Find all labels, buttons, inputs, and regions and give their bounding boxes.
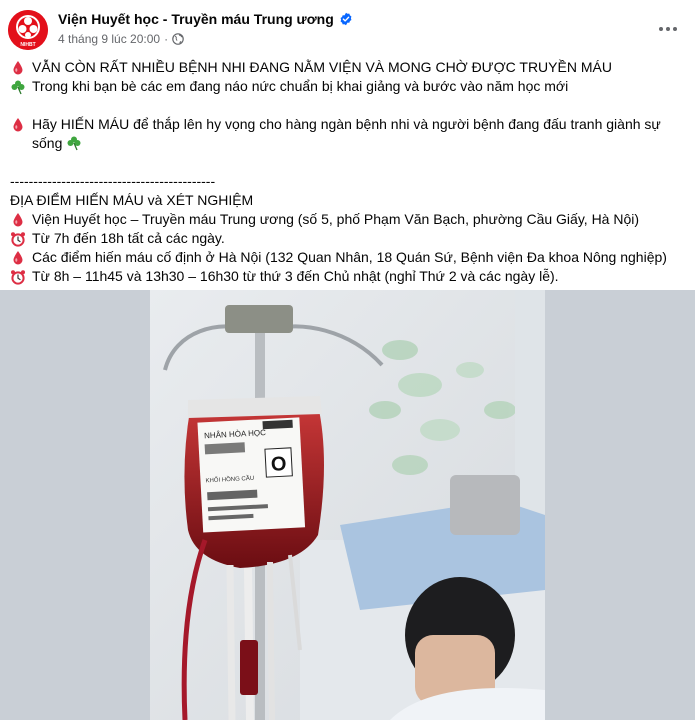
post-line-text: Hãy HIẾN MÁU để thắp lên hy vọng cho hàn…	[32, 116, 661, 151]
headline-text: VẪN CÒN RẤT NHIỀU BỆNH NHI ĐANG NẰM VIỆN…	[32, 59, 612, 75]
section-title: ĐỊA ĐIỂM HIẾN MÁU và XÉT NGHIỆM	[10, 192, 254, 208]
meta-separator: ·	[164, 32, 169, 46]
hours-text: Từ 8h – 11h45 và 13h30 – 16h30 từ thứ 3 …	[32, 268, 559, 284]
post-meta: 4 tháng 9 lúc 20:00 ·	[58, 32, 184, 46]
post-line: Viện Huyết học – Truyền máu Trung ương (…	[10, 210, 682, 229]
more-options-button[interactable]	[650, 14, 686, 44]
location-text: Viện Huyết học – Truyền máu Trung ương (…	[32, 211, 640, 227]
globe-icon	[172, 33, 184, 45]
post-line-text: Trong khi bạn bè các em đang náo nức chu…	[32, 78, 569, 94]
blood-transfusion-photo: NHÂN HÒA HỌC KHỐI HỒNG CẦU O	[0, 290, 695, 720]
post-text: VẪN CÒN RẤT NHIỀU BỆNH NHI ĐANG NẰM VIỆN…	[10, 58, 682, 305]
blood-drop-icon	[13, 61, 23, 75]
hours-text: Từ 7h đến 18h tất cả các ngày.	[32, 230, 225, 246]
alarm-clock-icon	[11, 232, 25, 247]
post-line: Hãy HIẾN MÁU để thắp lên hy vọng cho hàn…	[10, 115, 682, 153]
nihbt-logo-icon: NIHBT	[8, 10, 48, 50]
more-options-icon	[659, 27, 677, 31]
divider-line: ----------------------------------------…	[10, 173, 216, 189]
post-line: Từ 8h – 11h45 và 13h30 – 16h30 từ thứ 3 …	[10, 267, 682, 286]
post-photo[interactable]: NHÂN HÒA HỌC KHỐI HỒNG CẦU O	[0, 290, 695, 720]
blood-drop-icon	[13, 213, 23, 227]
post-line: VẪN CÒN RẤT NHIỀU BỆNH NHI ĐANG NẰM VIỆN…	[10, 58, 682, 77]
blood-type-label: O	[270, 453, 287, 476]
blood-drop-icon	[13, 251, 23, 265]
post-line: Trong khi bạn bè các em đang náo nức chu…	[10, 77, 682, 96]
page-avatar[interactable]: NIHBT	[8, 10, 48, 50]
avatar-logo-text: NIHBT	[20, 42, 35, 48]
clover-icon	[67, 136, 81, 151]
blood-drop-icon	[13, 118, 23, 132]
clover-icon	[11, 80, 25, 95]
page-name-row: Viện Huyết học - Truyền máu Trung ương	[58, 11, 353, 27]
alarm-clock-icon	[11, 270, 25, 285]
post-timestamp[interactable]: 4 tháng 9 lúc 20:00	[58, 32, 160, 46]
post-line: Từ 7h đến 18h tất cả các ngày.	[10, 229, 682, 248]
verified-badge-icon	[340, 12, 352, 26]
post-line: Các điểm hiến máu cố định ở Hà Nội (132 …	[10, 248, 682, 267]
location-text: Các điểm hiến máu cố định ở Hà Nội (132 …	[32, 249, 667, 265]
facebook-post: NIHBT Viện Huyết học - Truyền máu Trung …	[0, 0, 695, 720]
page-name[interactable]: Viện Huyết học - Truyền máu Trung ương	[58, 11, 334, 27]
